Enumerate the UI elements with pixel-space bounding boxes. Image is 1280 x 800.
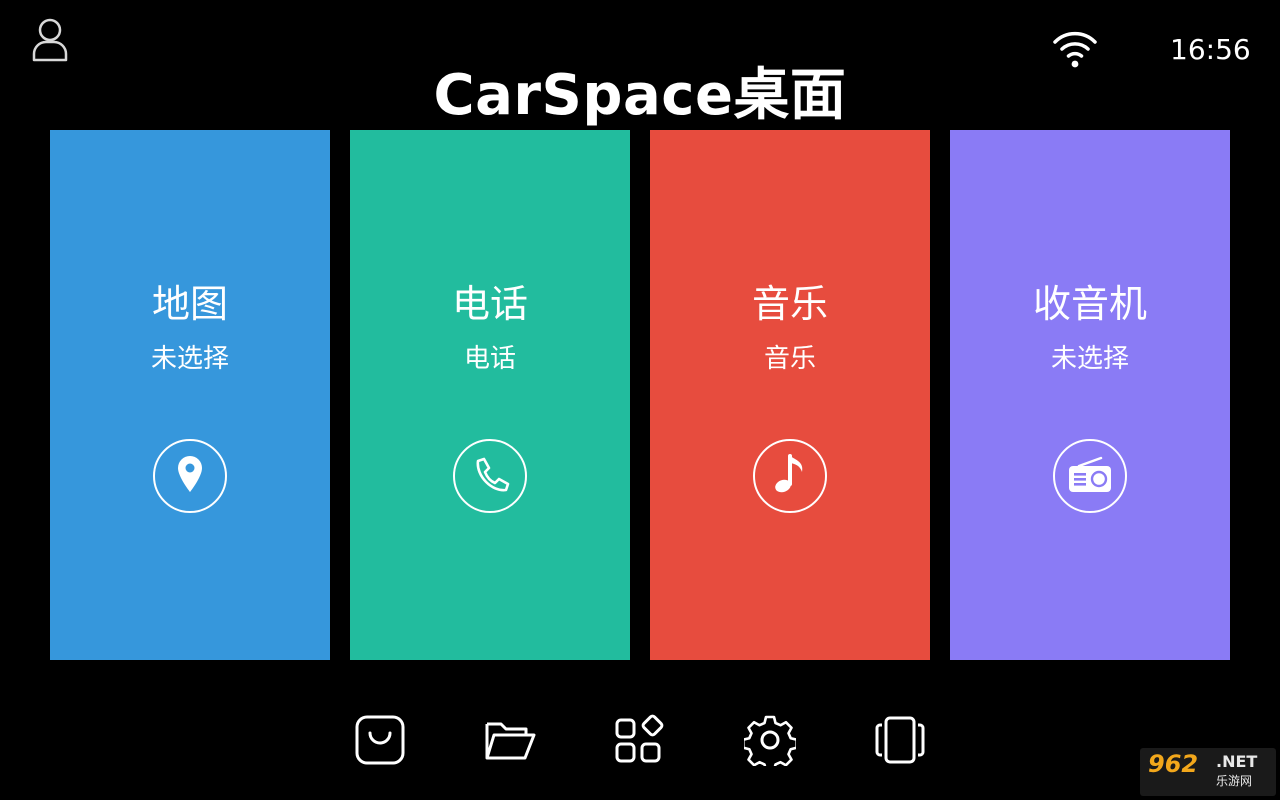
files-button[interactable] — [484, 714, 536, 766]
multitask-button[interactable] — [874, 714, 926, 766]
multi-window-icon — [875, 716, 925, 764]
tile-radio[interactable]: 收音机 未选择 — [950, 130, 1230, 660]
tile-title: 音乐 — [751, 282, 828, 326]
user-icon — [32, 18, 68, 62]
apps-grid-icon — [615, 714, 664, 763]
watermark-suffix: .NET — [1216, 752, 1258, 771]
page-title: CarSpace桌面 — [433, 63, 847, 128]
tile-subtitle: 电话 — [463, 344, 516, 374]
settings-button[interactable] — [742, 714, 798, 772]
tile-subtitle: 未选择 — [150, 344, 229, 374]
tile-subtitle: 未选择 — [1050, 344, 1129, 374]
home-screen: 16:56 CarSpace桌面 地图 未选择 电话 电话 音乐 音乐 收音机 … — [0, 0, 1280, 800]
folder-open-icon — [485, 722, 536, 760]
store-button[interactable] — [354, 714, 406, 766]
watermark-brand: 962 — [1148, 750, 1199, 778]
shopping-bag-icon — [355, 715, 405, 765]
music-note-icon — [753, 439, 827, 513]
tile-title: 电话 — [451, 282, 528, 326]
settings-gear-icon — [742, 715, 798, 772]
radio-icon — [1053, 439, 1127, 513]
map-pin-icon — [153, 439, 227, 513]
tile-title: 收音机 — [1032, 282, 1147, 326]
tile-subtitle: 音乐 — [763, 344, 816, 374]
tile-music[interactable]: 音乐 音乐 — [650, 130, 930, 660]
site-watermark: 962 .NET 乐游网 — [1140, 748, 1276, 796]
tile-phone[interactable]: 电话 电话 — [350, 130, 630, 660]
tile-map[interactable]: 地图 未选择 — [50, 130, 330, 660]
tile-title: 地图 — [151, 282, 228, 326]
user-profile-button[interactable] — [28, 16, 72, 64]
watermark-name: 乐游网 — [1216, 774, 1253, 788]
apps-button[interactable] — [614, 714, 666, 766]
phone-icon — [453, 439, 527, 513]
